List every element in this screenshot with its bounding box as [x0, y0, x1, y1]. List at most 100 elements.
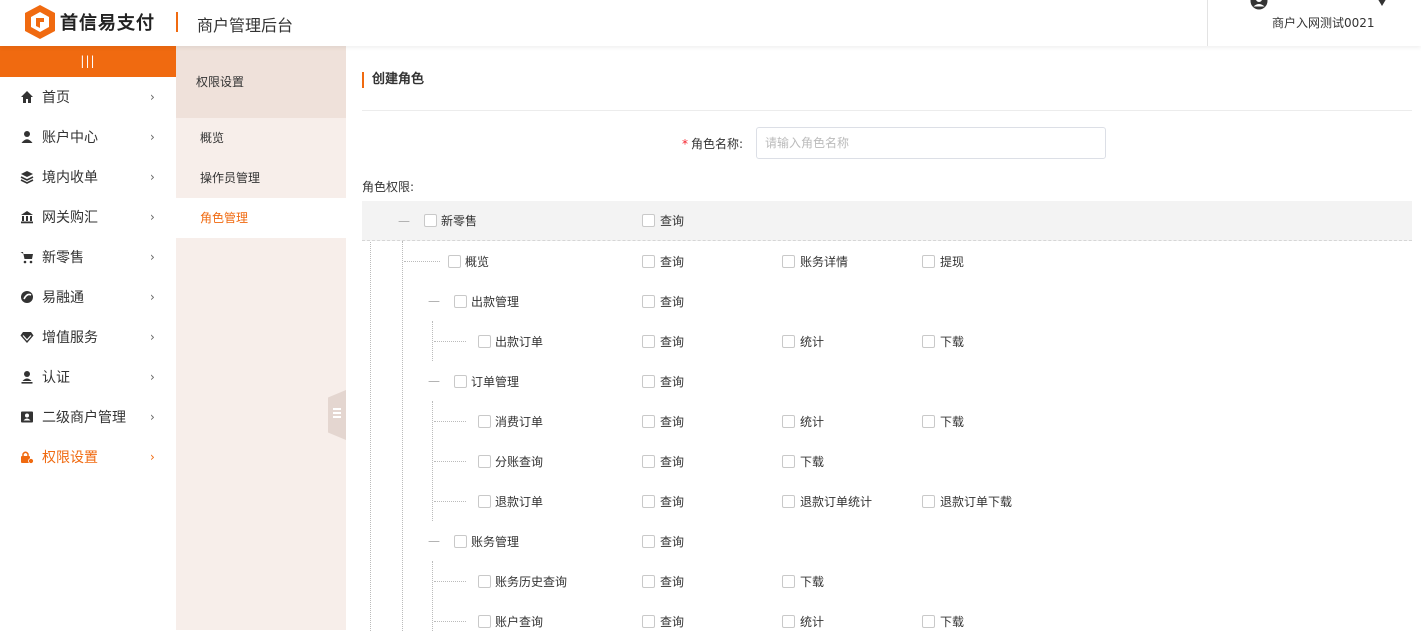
- permission-checkbox[interactable]: [642, 455, 655, 468]
- permission-checkbox[interactable]: [642, 415, 655, 428]
- sidebar-item-label: 首页: [42, 90, 70, 106]
- permission-checkbox[interactable]: [782, 415, 795, 428]
- permission-checkbox[interactable]: [642, 615, 655, 628]
- tree-node-checkbox[interactable]: [454, 295, 467, 308]
- chevron-right-icon: ›: [150, 90, 155, 104]
- tree-node-checkbox[interactable]: [478, 455, 491, 468]
- collapse-minus-icon[interactable]: —: [428, 294, 440, 308]
- secondary-nav: 权限设置 概览 操作员管理 角色管理: [176, 46, 346, 630]
- tree-row: 分账查询 查询 下载: [362, 441, 1412, 481]
- permission-checkbox[interactable]: [782, 575, 795, 588]
- permission-label: 统计: [800, 335, 825, 349]
- permission-checkbox[interactable]: [922, 335, 935, 348]
- caret-down-icon[interactable]: [1374, 0, 1390, 8]
- permission-label: 统计: [800, 415, 825, 429]
- permission-label: 查询: [660, 415, 685, 429]
- collapse-minus-icon[interactable]: —: [428, 534, 440, 548]
- permission-checkbox[interactable]: [642, 335, 655, 348]
- tree-node-checkbox[interactable]: [454, 535, 467, 548]
- tree-row: — 出款管理 查询: [362, 281, 1412, 321]
- chevron-right-icon: ›: [150, 330, 155, 344]
- chevron-right-icon: ›: [150, 450, 155, 464]
- permission-checkbox[interactable]: [782, 495, 795, 508]
- permission-label: 查询: [660, 295, 685, 309]
- permission-checkbox[interactable]: [642, 214, 655, 227]
- tree-node-checkbox[interactable]: [478, 615, 491, 628]
- sidebar-item-label: 二级商户管理: [42, 410, 126, 426]
- sidebar-item-label: 境内收单: [42, 170, 98, 186]
- permission-checkbox[interactable]: [642, 495, 655, 508]
- diamond-icon: [20, 330, 34, 344]
- permission-checkbox[interactable]: [782, 335, 795, 348]
- top-header: 首信易支付 商户管理后台 商户入网测试0021: [0, 0, 1421, 46]
- tree-node-checkbox[interactable]: [478, 575, 491, 588]
- permission-label: 提现: [940, 255, 965, 269]
- sidebar-item-certification[interactable]: 认证 ›: [0, 357, 176, 397]
- permission-label: 查询: [660, 575, 685, 589]
- sidebar-item-yirongtong[interactable]: 易融通 ›: [0, 277, 176, 317]
- header-title: 商户管理后台: [197, 16, 294, 35]
- permission-checkbox[interactable]: [782, 255, 795, 268]
- tree-row: 概览 查询 账务详情 提现: [362, 241, 1412, 281]
- permission-checkbox[interactable]: [922, 495, 935, 508]
- sidebar-item-label: 账户中心: [42, 130, 98, 146]
- tree-node-label: 出款管理: [471, 295, 520, 309]
- chevron-right-icon: ›: [150, 370, 155, 384]
- permission-checkbox[interactable]: [642, 575, 655, 588]
- sidebar-item-domestic-acquiring[interactable]: 境内收单 ›: [0, 157, 176, 197]
- sidebar-item-home[interactable]: 首页 ›: [0, 77, 176, 117]
- sidebar-item-label: 权限设置: [42, 450, 98, 466]
- subnav-collapse-handle[interactable]: [328, 390, 346, 440]
- tree-node-checkbox[interactable]: [478, 495, 491, 508]
- permission-checkbox[interactable]: [922, 415, 935, 428]
- tree-row: — 账务管理 查询: [362, 521, 1412, 561]
- permission-checkbox[interactable]: [782, 615, 795, 628]
- collapse-minus-icon[interactable]: —: [398, 214, 410, 228]
- tree-node-label: 订单管理: [471, 375, 520, 389]
- permission-label: 下载: [940, 415, 965, 429]
- subnav-item-operator-management[interactable]: 操作员管理: [176, 158, 346, 198]
- sidebar-item-label: 增值服务: [42, 330, 98, 346]
- permission-label: 查询: [660, 615, 685, 629]
- permission-label: 查询: [660, 495, 685, 509]
- sidebar-item-new-retail[interactable]: 新零售 ›: [0, 237, 176, 277]
- permission-checkbox[interactable]: [642, 375, 655, 388]
- subnav-item-role-management[interactable]: 角色管理: [176, 198, 346, 238]
- tree-node-label: 分账查询: [495, 455, 544, 469]
- sidebar-item-gateway-exchange[interactable]: 网关购汇 ›: [0, 197, 176, 237]
- permission-checkbox[interactable]: [642, 295, 655, 308]
- user-avatar-icon: [1250, 0, 1268, 10]
- subnav-item-overview[interactable]: 概览: [176, 118, 346, 158]
- id-card-icon: [20, 410, 34, 424]
- tree-node-checkbox[interactable]: [424, 214, 437, 227]
- chevron-right-icon: ›: [150, 290, 155, 304]
- collapse-minus-icon[interactable]: —: [428, 374, 440, 388]
- permission-checkbox[interactable]: [922, 615, 935, 628]
- required-mark: *: [682, 137, 688, 151]
- tree-node-checkbox[interactable]: [478, 335, 491, 348]
- permission-checkbox[interactable]: [642, 255, 655, 268]
- brand-name: 首信易支付: [60, 13, 155, 34]
- sidebar-item-value-added-services[interactable]: 增值服务 ›: [0, 317, 176, 357]
- tree-node-label: 账务历史查询: [495, 575, 568, 589]
- role-name-label: * 角色名称:: [682, 135, 743, 152]
- finance-icon: [20, 290, 34, 304]
- tree-row: 退款订单 查询 退款订单统计 退款订单下载: [362, 481, 1412, 521]
- sidebar-item-account-center[interactable]: 账户中心 ›: [0, 117, 176, 157]
- tree-node-checkbox[interactable]: [478, 415, 491, 428]
- tree-node-label: 出款订单: [495, 335, 544, 349]
- permission-label: 统计: [800, 615, 825, 629]
- sidebar-item-secondary-merchant[interactable]: 二级商户管理 ›: [0, 397, 176, 437]
- permission-checkbox[interactable]: [642, 535, 655, 548]
- role-name-input[interactable]: [756, 127, 1106, 159]
- tree-branch-line: [434, 621, 466, 622]
- chevron-right-icon: ›: [150, 410, 155, 424]
- tree-node-checkbox[interactable]: [448, 255, 461, 268]
- tree-node-checkbox[interactable]: [454, 375, 467, 388]
- sidebar-item-permission-settings[interactable]: 权限设置 ›: [0, 437, 176, 477]
- user-menu[interactable]: 商户入网测试0021: [1207, 0, 1421, 46]
- permission-checkbox[interactable]: [782, 455, 795, 468]
- chevron-right-icon: ›: [150, 210, 155, 224]
- sidebar-collapse-toggle[interactable]: |||: [0, 46, 176, 77]
- permission-checkbox[interactable]: [922, 255, 935, 268]
